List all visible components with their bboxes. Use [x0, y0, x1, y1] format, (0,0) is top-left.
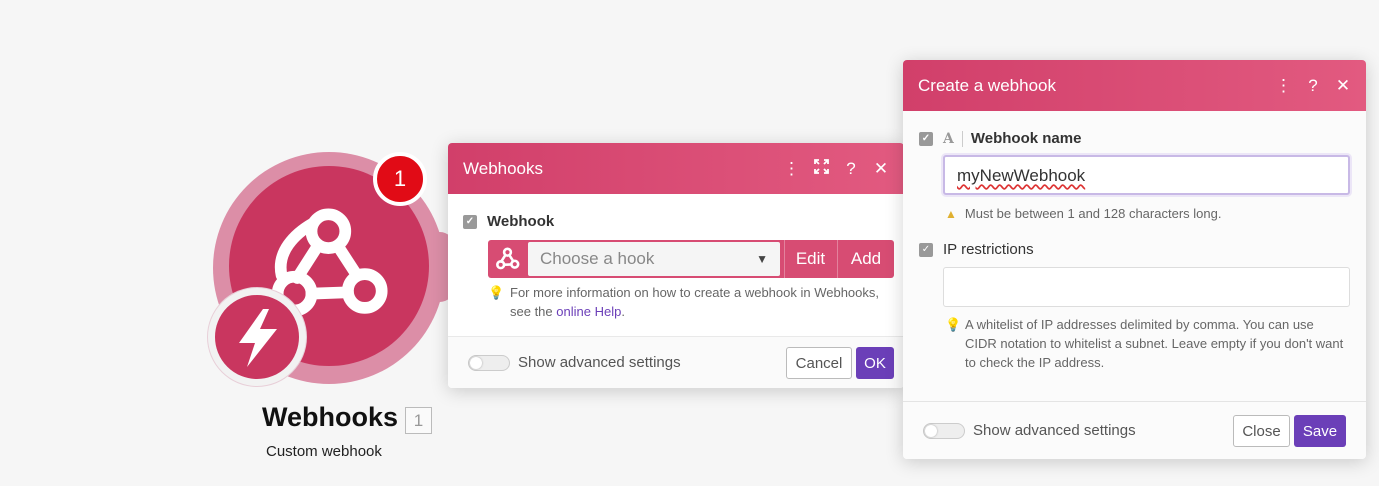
advanced-settings-toggle[interactable] — [468, 355, 510, 372]
webhook-name-input[interactable]: myNewWebhook — [943, 155, 1350, 195]
text-type-icon: A — [943, 131, 963, 147]
panel-footer: Show advanced settings Close Save — [903, 401, 1366, 459]
webhook-name-label: Webhook name — [970, 130, 1082, 147]
hint-line-2: see the online Help. — [510, 304, 625, 319]
ip-restrictions-label-row: ✓ IP restrictions — [919, 241, 1034, 258]
edit-hook-button[interactable]: Edit — [784, 240, 836, 278]
webhook-name-value: myNewWebhook — [957, 166, 1086, 185]
name-warning: ▲ Must be between 1 and 128 characters lo… — [945, 206, 1221, 221]
collapse-checkbox[interactable]: ✓ — [919, 243, 933, 258]
help-icon[interactable]: ? — [1305, 76, 1321, 96]
webhook-name-label-row: ✓ A Webhook name — [919, 130, 1081, 147]
webhook-label: Webhook — [487, 213, 555, 230]
collapse-checkbox[interactable]: ✓ — [919, 132, 933, 147]
webhook-hint: 💡 For more information on how to create … — [488, 283, 879, 321]
advanced-settings-label: Show advanced settings — [518, 354, 681, 371]
hook-select[interactable]: Choose a hook ▼ — [528, 242, 780, 276]
more-vertical-icon[interactable]: ⋮ — [783, 159, 800, 179]
panel-title: Webhooks — [463, 158, 544, 178]
close-icon[interactable]: ✕ — [1335, 76, 1351, 96]
webhooks-panel: Webhooks ⋮ ? ✕ ✓ Webhook Choose a hook ▼ … — [448, 143, 904, 388]
panel-footer: Show advanced settings Cancel OK — [448, 336, 904, 388]
ip-hint-line-1: A whitelist of IP addresses delimited by… — [965, 317, 1314, 332]
panel-header: Webhooks ⋮ ? ✕ — [448, 143, 904, 194]
expand-icon[interactable] — [813, 158, 829, 179]
add-hook-button[interactable]: Add — [837, 240, 894, 278]
help-icon[interactable]: ? — [843, 159, 859, 179]
save-button[interactable]: Save — [1294, 415, 1346, 447]
panel-header: Create a webhook ⋮ ? ✕ — [903, 60, 1366, 111]
more-vertical-icon[interactable]: ⋮ — [1275, 76, 1292, 96]
webhook-field-label: ✓ Webhook — [463, 213, 554, 230]
lightbulb-icon: 💡 — [488, 285, 505, 300]
close-icon[interactable]: ✕ — [873, 159, 889, 179]
cancel-button[interactable]: Cancel — [786, 347, 852, 379]
notification-badge: 1 — [373, 152, 427, 206]
webhook-icon — [496, 247, 520, 270]
collapse-checkbox[interactable]: ✓ — [463, 215, 477, 230]
lightbulb-icon: 💡 — [945, 317, 962, 332]
chevron-down-icon: ▼ — [756, 252, 768, 266]
ip-restrictions-input[interactable] — [943, 267, 1350, 307]
hint-line-1: For more information on how to create a … — [510, 285, 880, 300]
hook-select-placeholder: Choose a hook — [540, 249, 655, 268]
advanced-settings-toggle[interactable] — [923, 423, 965, 440]
name-warning-text: Must be between 1 and 128 characters lon… — [964, 206, 1222, 221]
close-button[interactable]: Close — [1233, 415, 1290, 447]
panel-title: Create a webhook — [918, 75, 1056, 95]
ip-hint-line-3: to check the IP address. — [965, 355, 1105, 370]
trigger-badge — [208, 288, 306, 386]
hook-selector-row: Choose a hook ▼ Edit Add — [488, 240, 894, 278]
ok-button[interactable]: OK — [856, 347, 894, 379]
ip-hint-line-2: CIDR notation to whitelist a subnet. Lea… — [965, 336, 1344, 351]
lightning-bolt-icon — [239, 309, 277, 367]
advanced-settings-toggle-row[interactable]: Show advanced settings — [468, 354, 681, 372]
ip-restrictions-label: IP restrictions — [943, 241, 1034, 258]
advanced-settings-label: Show advanced settings — [973, 422, 1136, 439]
module-title: Webhooks — [262, 402, 399, 432]
module-subtitle: Custom webhook — [266, 443, 382, 460]
hook-row-icon — [488, 240, 528, 278]
create-webhook-panel: Create a webhook ⋮ ? ✕ ✓ A Webhook name my… — [903, 60, 1366, 459]
warning-icon: ▲ — [945, 207, 957, 221]
module-id-badge: 1 — [405, 407, 432, 434]
ip-hint: 💡 A whitelist of IP addresses delimited … — [945, 315, 1343, 372]
advanced-settings-toggle-row[interactable]: Show advanced settings — [923, 422, 1136, 440]
online-help-link[interactable]: online Help — [556, 304, 621, 319]
